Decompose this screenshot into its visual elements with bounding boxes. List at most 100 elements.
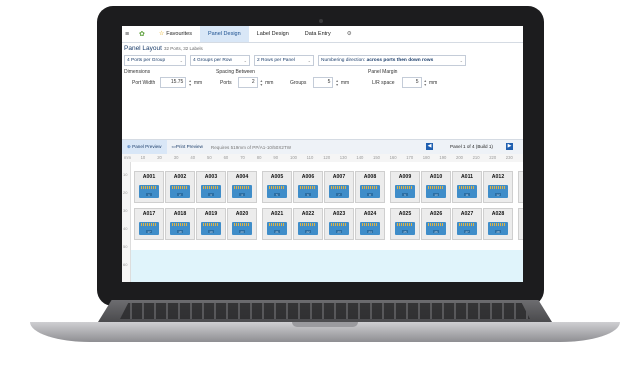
ruler-tick-label: 40 [123,226,128,231]
port-label[interactable]: A025 25 [390,208,420,240]
port-label[interactable]: A010 10 [421,171,451,203]
ruler-tick-label: 50 [207,155,212,160]
stepper-icon[interactable]: ▲ ▼ [260,79,263,87]
ruler-tick-label: 210 [472,155,480,160]
port-label-text: A005 [270,174,284,180]
spacing-groups-row: Groups 5 ▲ ▼ mm [290,77,350,88]
port-label[interactable]: AC [518,171,523,203]
ruler-tick-label: 80 [256,155,262,160]
port-label-text: A001 [142,174,156,180]
port-label-text: A028 [491,211,505,217]
ruler-tick-label: 200 [456,155,463,160]
port-label[interactable]: A009 9 [390,171,420,203]
port-label[interactable]: A022 22 [293,208,323,240]
port-label-text: A017 [142,211,156,217]
ruler-tick-label: 180 [422,155,430,160]
port-label-text: A027 [460,211,474,217]
stepper-icon[interactable]: ▲ ▼ [335,79,338,87]
menu-icon[interactable]: ≡ [125,31,133,38]
port-label-text: A004 [235,174,249,180]
lr-space-field[interactable]: 5 [401,77,422,88]
numbering-direction-select[interactable]: Numbering direction: across ports then d… [318,55,466,66]
ruler-tick-label: 10 [123,172,128,177]
port-label-text: A008 [363,174,377,180]
jack-number: 28 [496,230,500,234]
stepper-icon[interactable]: ▲ ▼ [424,79,427,87]
chevron-down-icon: ⌄ [179,58,183,63]
port-label-text: A011 [460,174,474,180]
app-screen: ≡ ✿ ☆ Favourites Panel Design Label Desig… [122,26,523,282]
ports-per-group-select[interactable]: 4 Ports per Group ⌄ [124,55,186,66]
star-icon: ☆ [158,31,165,37]
tab-favourites[interactable]: ☆ Favourites [151,26,200,42]
port-label[interactable]: A028 28 [483,208,513,240]
ruler-tick-label: 60 [223,155,229,160]
preview-toolbar: ⊕ Panel Preview ▭Print Preview Requires … [122,139,523,155]
panel-preview-canvas: A001 1 A002 2 A003 3 A004 4 A005 5 A006 6 A007 7 A008 8… [131,162,523,282]
port-label[interactable]: A003 3 [196,171,226,203]
port-label-text: A026 [429,211,443,217]
port-label[interactable]: A027 27 [452,208,482,240]
ports-spacing-field[interactable]: 2 [237,77,258,88]
port-label[interactable]: A017 17 [134,208,164,240]
next-panel-button[interactable]: ▶ [506,143,513,150]
vertical-ruler: 10 20 30 40 50 60 [122,162,131,282]
tab-data-entry[interactable]: Data Entry [297,26,339,42]
panel-background-strip [131,250,523,282]
port-label[interactable]: A019 19 [196,208,226,240]
panel-indicator: Panel 1 of 4 (Build 1) [450,144,493,149]
port-label[interactable]: AC [518,208,523,240]
ruler-tick-label: 120 [323,155,331,160]
settings-icon[interactable]: ⚙ [339,26,360,42]
port-label[interactable]: A021 21 [262,208,292,240]
port-label-text: A003 [204,174,218,180]
rows-per-panel-select[interactable]: 2 Rows per Panel ⌄ [254,55,314,66]
jack-number: 24 [368,230,372,234]
previous-panel-button[interactable]: ◀ [426,143,433,150]
webcam-icon [319,19,323,23]
port-width-row: Port Width 15.75 ▲ ▼ mm [132,77,203,88]
panel-preview-button[interactable]: ⊕ Panel Preview [122,140,167,154]
jack-number: 17 [147,230,151,234]
jack-number: 22 [306,230,310,234]
port-label[interactable]: A004 4 [227,171,257,203]
port-label[interactable]: A024 24 [355,208,385,240]
panel-layout-heading: Panel Layout 32 Ports, 32 Labels [124,45,203,52]
jack-number: 18 [178,230,182,234]
port-label[interactable]: A008 8 [355,171,385,203]
port-width-field[interactable]: 15.75 [160,77,187,88]
tab-panel-design[interactable]: Panel Design [199,26,249,42]
port-label[interactable]: A002 2 [165,171,195,203]
ruler-tick-label: 140 [356,155,364,160]
port-label[interactable]: A023 23 [324,208,354,240]
spacing-heading: Spacing Between [216,69,255,75]
jack-number: 26 [434,230,438,234]
jack-number: 12 [496,193,500,197]
ruler-tick-label: 30 [123,208,128,213]
print-preview-button[interactable]: ▭Print Preview [167,140,208,154]
tab-label-design[interactable]: Label Design [249,26,297,42]
port-label[interactable]: A020 20 [227,208,257,240]
groups-per-row-select[interactable]: 4 Groups per Row ⌄ [190,55,250,66]
port-label[interactable]: A005 5 [262,171,292,203]
panel-margin-heading: Panel Margin [368,69,398,75]
port-label[interactable]: A006 6 [293,171,323,203]
ruler-tick-label: mm [124,155,131,160]
port-label[interactable]: A011 11 [452,171,482,203]
port-label-text: A007 [332,174,346,180]
port-label[interactable]: A018 18 [165,208,195,240]
jack-number: 1 [148,193,150,197]
groups-spacing-field[interactable]: 5 [313,77,334,88]
ruler-tick-label: 230 [505,155,513,160]
ruler-tick-label: 90 [273,155,279,160]
port-label[interactable]: A012 12 [483,171,513,203]
chevron-down-icon: ⌄ [307,58,311,63]
ruler-tick-label: 160 [389,155,397,160]
port-label-text: A019 [204,211,218,217]
port-label[interactable]: A026 26 [421,208,451,240]
port-label[interactable]: A007 7 [324,171,354,203]
spacing-ports-row: Ports 2 ▲ ▼ mm [220,77,274,88]
ruler-tick-label: 60 [123,262,128,267]
stepper-icon[interactable]: ▲ ▼ [188,79,191,87]
port-label[interactable]: A001 1 [134,171,164,203]
